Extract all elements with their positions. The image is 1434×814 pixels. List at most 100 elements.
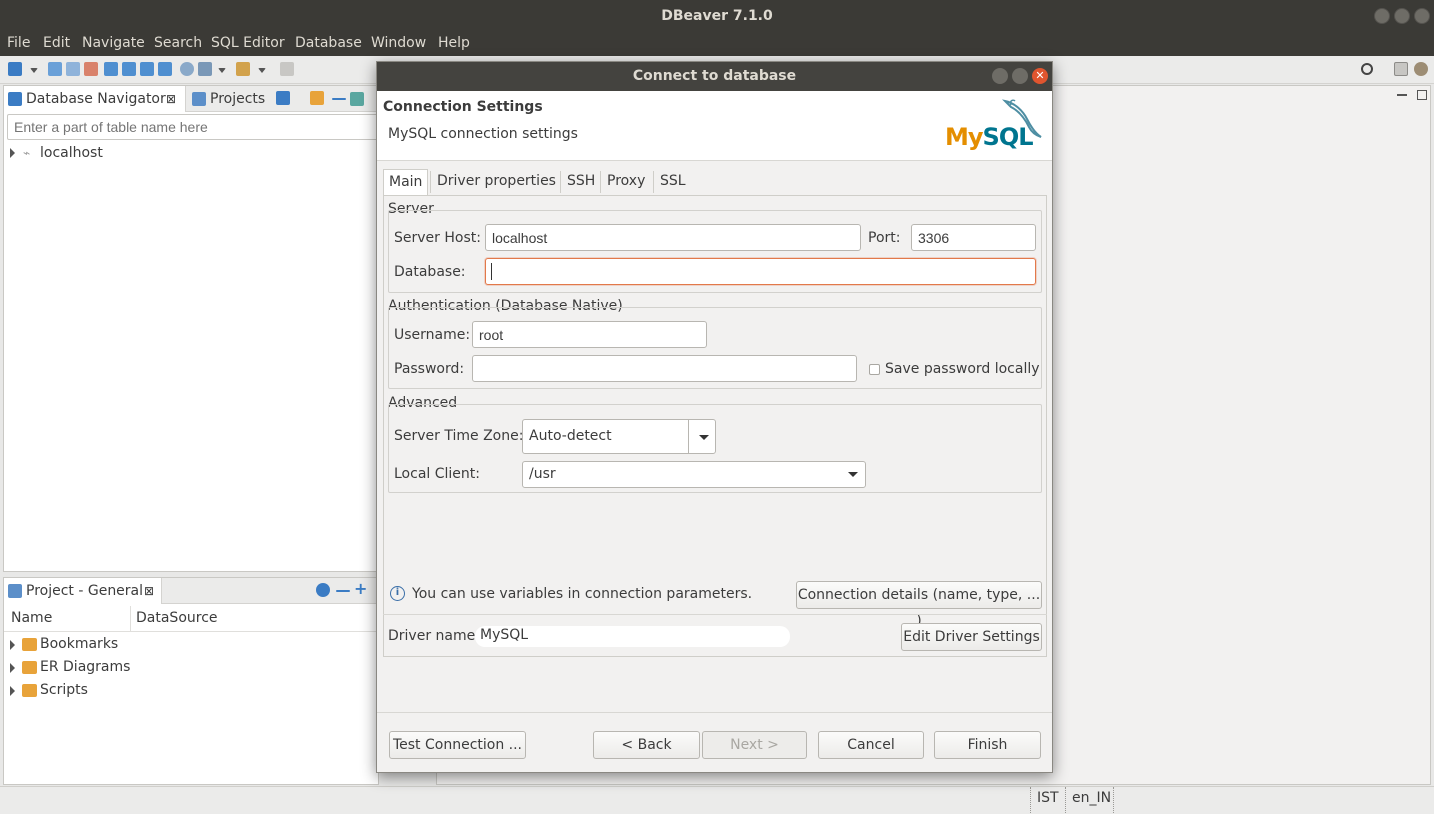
menu-navigate[interactable]: Navigate — [82, 35, 145, 51]
tab-main[interactable]: Main — [383, 169, 429, 195]
close-icon[interactable]: ⊠ — [166, 86, 176, 112]
new-connection-icon[interactable] — [276, 91, 290, 105]
local-client-select[interactable]: /usr — [522, 461, 866, 488]
menu-file[interactable]: File — [7, 35, 30, 51]
disconnect-icon[interactable] — [66, 62, 80, 76]
tab-divider — [430, 171, 431, 193]
back-nav-icon[interactable] — [280, 62, 294, 76]
maximize-icon[interactable] — [1394, 8, 1410, 24]
tab-proxy[interactable]: Proxy — [602, 169, 650, 195]
dbeaver-perspective-icon[interactable] — [1414, 62, 1428, 76]
menu-help[interactable]: Help — [438, 35, 470, 51]
server-host-input[interactable] — [485, 224, 861, 251]
cancel-button[interactable]: Cancel — [818, 731, 924, 759]
text-caret — [491, 263, 492, 280]
separator — [383, 614, 1047, 615]
save-password-checkbox[interactable] — [869, 364, 880, 375]
tools-icon[interactable] — [236, 62, 250, 76]
minimize-icon[interactable] — [992, 68, 1008, 84]
password-input[interactable] — [472, 355, 857, 382]
timezone-combo[interactable]: Auto-detect — [522, 419, 716, 454]
tab-project-general[interactable]: Project - General ⊠ — [4, 578, 162, 604]
commit-icon[interactable] — [104, 62, 118, 76]
maximize-icon[interactable] — [1012, 68, 1028, 84]
finish-button[interactable]: Finish — [934, 731, 1041, 759]
list-item[interactable]: ER Diagrams — [10, 658, 210, 680]
status-divider — [1113, 787, 1114, 813]
timezone-value: Auto-detect — [529, 428, 612, 444]
connect-icon[interactable] — [48, 62, 62, 76]
test-connection-button[interactable]: Test Connection ... — [389, 731, 526, 759]
chevron-down-icon[interactable] — [848, 472, 858, 477]
tree-item-localhost[interactable]: ⌁ localhost — [10, 144, 210, 164]
search-icon[interactable] — [1361, 63, 1373, 75]
database-input[interactable] — [485, 258, 1036, 285]
list-item[interactable]: Bookmarks — [10, 635, 210, 657]
tab-driver-properties[interactable]: Driver properties — [432, 169, 561, 195]
menu-sql-editor[interactable]: SQL Editor — [211, 35, 285, 51]
expand-arrow-icon[interactable] — [10, 148, 15, 158]
gear-icon[interactable] — [316, 583, 330, 597]
collapse-icon[interactable] — [332, 98, 346, 100]
tab-database-navigator[interactable]: Database Navigator ⊠ — [4, 86, 186, 112]
add-icon[interactable]: + — [354, 581, 368, 597]
mysql-logo: MySQL — [943, 97, 1047, 155]
dialog-header: Connection Settings MySQL connection set… — [377, 91, 1052, 161]
close-icon[interactable]: ⊠ — [144, 578, 154, 604]
dashboard-icon[interactable] — [180, 62, 194, 76]
edit-driver-settings-button[interactable]: Edit Driver Settings — [901, 623, 1042, 651]
invalidate-icon[interactable] — [84, 62, 98, 76]
close-icon[interactable]: ✕ — [1032, 68, 1048, 84]
database-label: Database: — [394, 264, 466, 280]
new-folder-icon[interactable] — [310, 91, 324, 105]
dialog-title: Connect to database — [632, 68, 797, 84]
username-input[interactable] — [472, 321, 707, 348]
tab-ssl[interactable]: SSL — [655, 169, 691, 195]
chevron-down-icon[interactable] — [258, 68, 266, 73]
project-general-panel: Project - General ⊠ + Name DataSource Bo… — [3, 577, 379, 785]
project-table-header: Name DataSource — [4, 606, 378, 632]
maximize-view-icon[interactable] — [1417, 90, 1427, 100]
projects-icon — [192, 92, 206, 106]
menu-search[interactable]: Search — [154, 35, 202, 51]
chevron-down-icon[interactable] — [699, 435, 709, 440]
combo-divider — [688, 420, 689, 453]
menu-window[interactable]: Window — [371, 35, 426, 51]
sql-icon[interactable] — [198, 62, 212, 76]
close-icon[interactable] — [1414, 8, 1430, 24]
connect-dialog: Connect to database ✕ Connection Setting… — [376, 61, 1053, 773]
back-button[interactable]: < Back — [593, 731, 700, 759]
collapse-icon[interactable] — [336, 590, 350, 592]
minimize-view-icon[interactable] — [1397, 94, 1407, 96]
expand-arrow-icon[interactable] — [10, 640, 15, 650]
new-connection-icon[interactable] — [8, 62, 22, 76]
status-locale: en_IN — [1072, 790, 1112, 806]
server-host-label: Server Host: — [394, 230, 481, 246]
tab-ssh[interactable]: SSH — [562, 169, 600, 195]
menu-bar: File Edit Navigate Search SQL Editor Dat… — [0, 32, 1434, 56]
tab-projects[interactable]: Projects — [188, 86, 265, 112]
menu-database[interactable]: Database — [295, 35, 362, 51]
transaction-mode-icon[interactable] — [140, 62, 154, 76]
connection-details-button[interactable]: Connection details (name, type, ... ) — [796, 581, 1042, 629]
minimize-icon[interactable] — [1374, 8, 1390, 24]
rollback-icon[interactable] — [122, 62, 136, 76]
save-password-label[interactable]: Save password locally — [885, 361, 1040, 377]
menu-edit[interactable]: Edit — [43, 35, 70, 51]
column-header-name[interactable]: Name — [11, 610, 52, 626]
chevron-down-icon[interactable] — [30, 68, 38, 73]
window-title: DBeaver 7.1.0 — [661, 8, 773, 24]
expand-arrow-icon[interactable] — [10, 686, 15, 696]
tree-item-label: localhost — [40, 145, 103, 161]
transaction-log-icon[interactable] — [158, 62, 172, 76]
tab-label: Database Navigator — [26, 91, 166, 107]
chevron-down-icon[interactable] — [218, 68, 226, 73]
password-label: Password: — [394, 361, 465, 377]
list-item[interactable]: Scripts — [10, 681, 210, 703]
column-header-datasource[interactable]: DataSource — [136, 610, 218, 626]
navigator-filter-input[interactable] — [7, 114, 379, 140]
link-editor-icon[interactable] — [350, 92, 364, 106]
open-perspective-icon[interactable] — [1394, 62, 1408, 76]
port-input[interactable] — [911, 224, 1036, 251]
expand-arrow-icon[interactable] — [10, 663, 15, 673]
